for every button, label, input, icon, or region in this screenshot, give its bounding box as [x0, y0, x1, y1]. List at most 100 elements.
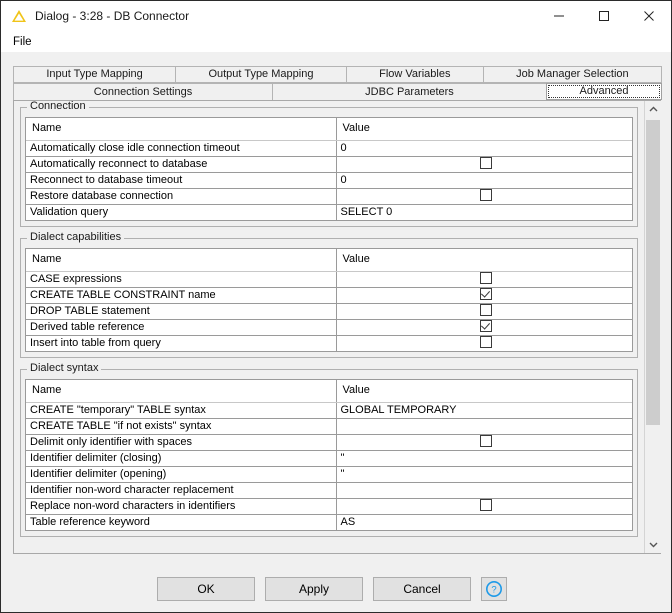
row-label: Reconnect to database timeout	[26, 172, 336, 188]
table-row[interactable]: DROP TABLE statement	[26, 303, 632, 319]
table-row[interactable]: Insert into table from query	[26, 335, 632, 351]
row-value[interactable]: AS	[336, 514, 632, 530]
row-value[interactable]	[336, 434, 632, 450]
row-value[interactable]	[336, 271, 632, 287]
vertical-scrollbar[interactable]	[644, 101, 660, 553]
checkbox-unchecked[interactable]	[480, 499, 492, 511]
column-header-name: Name	[26, 118, 336, 140]
row-value[interactable]: "	[336, 466, 632, 482]
maximize-button[interactable]	[581, 1, 626, 31]
tab-connection-settings[interactable]: Connection Settings	[13, 83, 273, 100]
dialect-syntax-table: Name Value CREATE "temporary" TABLE synt…	[26, 380, 632, 530]
minimize-button[interactable]	[536, 1, 581, 31]
advanced-settings-panel: Connection Name Value Automatically clos…	[13, 100, 661, 554]
table-row[interactable]: Automatically reconnect to database	[26, 156, 632, 172]
row-label: Insert into table from query	[26, 335, 336, 351]
group-connection-body: Name Value Automatically close idle conn…	[25, 117, 633, 221]
table-row[interactable]: Identifier delimiter (closing) "	[26, 450, 632, 466]
row-value[interactable]	[336, 156, 632, 172]
menu-item-file[interactable]: File	[9, 34, 36, 50]
row-label: Validation query	[26, 204, 336, 220]
column-header-value: Value	[336, 380, 632, 402]
column-header-name: Name	[26, 249, 336, 271]
window-titlebar: Dialog - 3:28 - DB Connector	[1, 1, 671, 31]
window-title: Dialog - 3:28 - DB Connector	[35, 9, 189, 23]
scrollbar-track[interactable]	[645, 118, 661, 536]
table-row[interactable]: Replace non-word characters in identifie…	[26, 498, 632, 514]
table-row[interactable]: CASE expressions	[26, 271, 632, 287]
row-value[interactable]: 0	[336, 172, 632, 188]
row-value[interactable]	[336, 418, 632, 434]
table-row[interactable]: CREATE TABLE "if not exists" syntax	[26, 418, 632, 434]
table-row[interactable]: Derived table reference	[26, 319, 632, 335]
table-row[interactable]: CREATE "temporary" TABLE syntax GLOBAL T…	[26, 402, 632, 418]
checkbox-unchecked[interactable]	[480, 157, 492, 169]
apply-button[interactable]: Apply	[265, 577, 363, 601]
group-dialect-capabilities-title: Dialect capabilities	[27, 232, 124, 243]
tab-flow-variables[interactable]: Flow Variables	[346, 66, 484, 83]
checkbox-unchecked[interactable]	[480, 435, 492, 447]
checkbox-unchecked[interactable]	[480, 272, 492, 284]
row-label: DROP TABLE statement	[26, 303, 336, 319]
table-row[interactable]: Identifier delimiter (opening) "	[26, 466, 632, 482]
row-label: Automatically reconnect to database	[26, 156, 336, 172]
close-button[interactable]	[626, 1, 671, 31]
row-value[interactable]: SELECT 0	[336, 204, 632, 220]
row-label: Identifier non-word character replacemen…	[26, 482, 336, 498]
table-row[interactable]: Table reference keyword AS	[26, 514, 632, 530]
row-value[interactable]: GLOBAL TEMPORARY	[336, 402, 632, 418]
dialect-capabilities-table: Name Value CASE expressions CREATE TABLE…	[26, 249, 632, 351]
row-value[interactable]	[336, 287, 632, 303]
table-row[interactable]: CREATE TABLE CONSTRAINT name	[26, 287, 632, 303]
dialog-button-bar: OK Apply Cancel ?	[1, 576, 671, 602]
tab-advanced[interactable]: Advanced	[546, 83, 662, 100]
row-label: Identifier delimiter (opening)	[26, 466, 336, 482]
ok-button[interactable]: OK	[157, 577, 255, 601]
row-value[interactable]	[336, 335, 632, 351]
table-row[interactable]: Restore database connection	[26, 188, 632, 204]
table-row[interactable]: Reconnect to database timeout 0	[26, 172, 632, 188]
tab-jdbc-parameters[interactable]: JDBC Parameters	[272, 83, 547, 100]
checkbox-unchecked[interactable]	[480, 189, 492, 201]
scroll-down-button[interactable]	[645, 536, 661, 553]
row-value[interactable]: "	[336, 450, 632, 466]
row-label: Identifier delimiter (closing)	[26, 450, 336, 466]
row-value[interactable]	[336, 188, 632, 204]
table-row[interactable]: Delimit only identifier with spaces	[26, 434, 632, 450]
column-header-value: Value	[336, 118, 632, 140]
scroll-up-button[interactable]	[645, 101, 661, 118]
checkbox-checked[interactable]	[480, 288, 492, 300]
row-value[interactable]	[336, 482, 632, 498]
table-header-row: Name Value	[26, 380, 632, 402]
row-label: CREATE "temporary" TABLE syntax	[26, 402, 336, 418]
help-button[interactable]: ?	[481, 577, 507, 601]
cancel-button[interactable]: Cancel	[373, 577, 471, 601]
row-label: Restore database connection	[26, 188, 336, 204]
group-dialect-syntax-body: Name Value CREATE "temporary" TABLE synt…	[25, 379, 633, 531]
checkbox-checked[interactable]	[480, 320, 492, 332]
row-label: CREATE TABLE "if not exists" syntax	[26, 418, 336, 434]
row-label: Replace non-word characters in identifie…	[26, 498, 336, 514]
row-label: Automatically close idle connection time…	[26, 140, 336, 156]
scrollbar-thumb[interactable]	[646, 120, 660, 425]
tab-row-bottom: Connection Settings JDBC Parameters Adva…	[13, 83, 661, 100]
row-label: Derived table reference	[26, 319, 336, 335]
tab-job-manager-selection[interactable]: Job Manager Selection	[483, 66, 662, 83]
table-row[interactable]: Validation query SELECT 0	[26, 204, 632, 220]
row-value[interactable]: 0	[336, 140, 632, 156]
group-dialect-capabilities: Dialect capabilities Name Value CASE exp…	[20, 238, 638, 358]
tab-output-type-mapping[interactable]: Output Type Mapping	[175, 66, 347, 83]
menubar: File	[1, 31, 671, 53]
checkbox-unchecked[interactable]	[480, 304, 492, 316]
row-value[interactable]	[336, 319, 632, 335]
row-value[interactable]	[336, 303, 632, 319]
row-label: CREATE TABLE CONSTRAINT name	[26, 287, 336, 303]
row-value[interactable]	[336, 498, 632, 514]
row-label: Table reference keyword	[26, 514, 336, 530]
table-row[interactable]: Identifier non-word character replacemen…	[26, 482, 632, 498]
group-dialect-syntax: Dialect syntax Name Value CREATE "tempor…	[20, 369, 638, 537]
tab-input-type-mapping[interactable]: Input Type Mapping	[13, 66, 176, 83]
checkbox-unchecked[interactable]	[480, 336, 492, 348]
column-header-value: Value	[336, 249, 632, 271]
table-row[interactable]: Automatically close idle connection time…	[26, 140, 632, 156]
